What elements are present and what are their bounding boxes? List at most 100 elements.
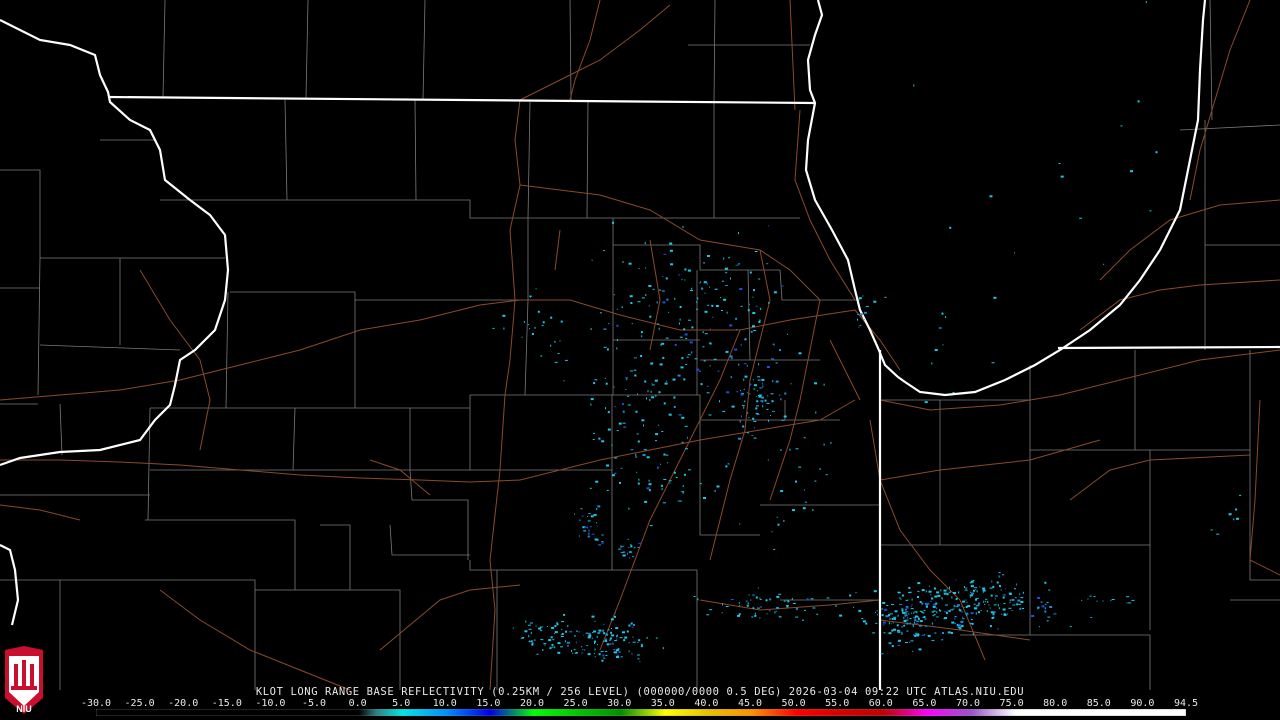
echo-pixel xyxy=(1216,533,1220,535)
echo-pixel xyxy=(858,609,862,612)
echo-pixel xyxy=(989,587,993,589)
echo-pixel xyxy=(694,358,698,360)
echo-pixel xyxy=(628,262,632,265)
echo-pixel xyxy=(901,594,904,597)
echo-pixel xyxy=(760,307,762,310)
echo-pixel xyxy=(984,604,986,605)
echo-pixel xyxy=(1037,597,1041,599)
echo-pixel xyxy=(1037,606,1040,609)
echo-pixel xyxy=(685,337,688,339)
echo-pixel xyxy=(721,612,723,614)
echo-pixel xyxy=(618,548,622,550)
echo-pixel xyxy=(674,343,677,346)
echo-pixel xyxy=(706,392,710,394)
echo-pixel xyxy=(939,609,941,612)
echo-pixel xyxy=(682,485,684,488)
echo-pixel xyxy=(1044,603,1047,605)
echo-pixel xyxy=(618,422,622,425)
echo-pixel xyxy=(756,395,758,397)
echo-pixel xyxy=(779,349,781,352)
echo-pixel xyxy=(596,508,598,511)
echo-pixel xyxy=(521,336,523,338)
echo-pixel xyxy=(1002,574,1005,576)
echo-pixel xyxy=(758,278,761,280)
echo-pixel xyxy=(949,586,950,589)
echo-pixel xyxy=(587,520,591,522)
echo-pixel xyxy=(574,635,576,637)
echo-pixel xyxy=(641,419,645,422)
colorbar-tick: 65.0 xyxy=(912,698,937,709)
echo-pixel xyxy=(550,344,552,347)
echo-pixel xyxy=(1126,596,1130,598)
echo-pixel xyxy=(624,636,628,639)
echo-pixel xyxy=(960,620,964,623)
echo-pixel xyxy=(950,632,953,634)
echo-pixel xyxy=(741,415,742,418)
echo-pixel xyxy=(529,328,530,330)
echo-pixel xyxy=(711,304,714,307)
echo-pixel xyxy=(779,449,782,451)
echo-pixel xyxy=(719,297,721,298)
echo-pixel xyxy=(622,554,626,557)
echo-pixel xyxy=(991,617,994,619)
echo-pixel xyxy=(642,454,646,456)
echo-pixel xyxy=(768,301,770,304)
echo-pixel xyxy=(565,630,568,633)
echo-pixel xyxy=(551,646,554,648)
echo-pixel xyxy=(882,624,885,626)
echo-pixel xyxy=(567,625,569,628)
logo-text: NIU xyxy=(16,704,32,714)
echo-pixel xyxy=(975,607,978,610)
echo-pixel xyxy=(1110,599,1112,601)
radar-map xyxy=(0,0,1280,691)
echo-pixel xyxy=(998,607,1000,610)
echo-pixel xyxy=(1001,613,1003,615)
echo-pixel xyxy=(661,488,663,491)
echo-pixel xyxy=(756,607,760,609)
echo-pixel xyxy=(534,326,536,329)
echo-pixel xyxy=(1015,583,1017,586)
echo-pixel xyxy=(669,482,671,484)
echo-pixel xyxy=(750,599,752,601)
echo-pixel xyxy=(880,653,884,655)
echo-pixel xyxy=(679,336,683,338)
echo-pixel xyxy=(959,609,962,612)
echo-pixel xyxy=(1111,599,1115,600)
echo-pixel xyxy=(743,406,745,409)
echo-pixel xyxy=(535,288,537,290)
echo-pixel xyxy=(607,629,610,631)
echo-pixel xyxy=(759,617,761,619)
echo-pixel xyxy=(795,607,798,610)
echo-pixel xyxy=(631,323,633,325)
echo-pixel xyxy=(749,393,751,395)
echo-pixel xyxy=(751,594,755,596)
echo-pixel xyxy=(936,607,938,609)
echo-pixel xyxy=(587,532,590,535)
echo-pixel xyxy=(951,596,953,599)
echo-pixel xyxy=(635,456,638,458)
echo-pixel xyxy=(530,640,533,643)
echo-pixel xyxy=(650,362,654,365)
echo-pixel xyxy=(994,598,996,600)
echo-pixel xyxy=(736,329,738,331)
echo-pixel xyxy=(941,597,943,599)
echo-pixel xyxy=(881,608,884,610)
echo-pixel xyxy=(622,422,626,424)
echo-pixel xyxy=(622,261,625,263)
echo-pixel xyxy=(853,606,854,608)
echo-pixel xyxy=(552,639,555,641)
echo-pixel xyxy=(656,323,659,325)
echo-pixel xyxy=(765,599,768,602)
echo-pixel xyxy=(783,519,785,522)
echo-pixel xyxy=(865,622,868,625)
echo-pixel xyxy=(747,602,749,605)
echo-pixel xyxy=(888,614,891,617)
echo-pixel xyxy=(560,636,564,637)
echo-pixel xyxy=(628,546,630,548)
echo-pixel xyxy=(556,622,558,624)
echo-pixel xyxy=(706,282,708,285)
echo-pixel xyxy=(972,633,974,636)
echo-pixel xyxy=(1014,597,1017,599)
echo-pixel xyxy=(616,430,619,431)
echo-pixel xyxy=(668,311,670,313)
